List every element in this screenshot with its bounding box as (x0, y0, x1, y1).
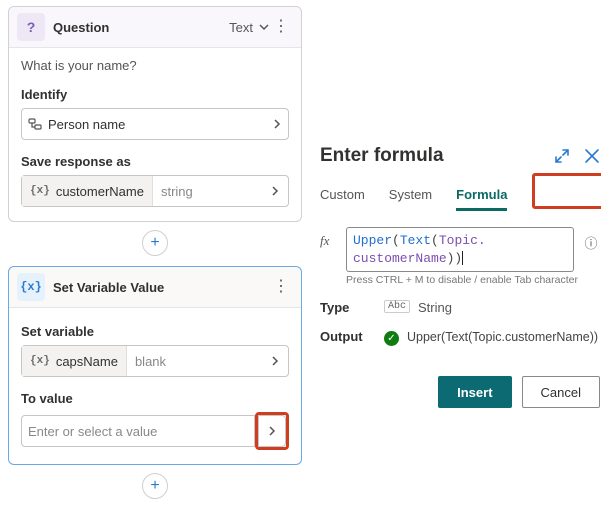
type-badge-icon: Abc (384, 300, 410, 313)
setvar-label: Set variable (21, 324, 289, 339)
setvar-node-header: {x} Set Variable Value ⋮ (9, 267, 301, 308)
chevron-right-icon (272, 119, 282, 129)
tovalue-label: To value (21, 391, 289, 406)
tab-custom[interactable]: Custom (320, 181, 365, 211)
question-node-body: What is your name? Identify Person name … (9, 48, 301, 221)
text-cursor (462, 251, 463, 265)
panel-tabs: Custom System Formula (320, 181, 600, 211)
tovalue-placeholder: Enter or select a value (28, 424, 248, 439)
identify-value: Person name (48, 117, 272, 132)
tovalue-picker-highlight (255, 412, 289, 450)
identify-label: Identify (21, 87, 289, 102)
panel-title: Enter formula (320, 145, 554, 167)
chevron-right-icon (262, 186, 288, 196)
info-icon[interactable]: ⓘ (582, 227, 600, 252)
question-prompt[interactable]: What is your name? (21, 58, 289, 73)
chevron-right-icon (262, 356, 288, 366)
variable-type: blank (127, 354, 262, 369)
variable-chip: {x} capsName (22, 346, 127, 376)
fx-label: fx (320, 227, 338, 249)
tab-formula-highlight (532, 173, 601, 209)
success-icon: ✓ (384, 331, 399, 346)
authoring-canvas: ? Question Text ⋮ What is your name? Ide… (0, 0, 310, 517)
tovalue-picker-button[interactable] (258, 415, 286, 447)
variable-icon: {x} (30, 355, 50, 367)
insert-button[interactable]: Insert (438, 376, 511, 408)
more-icon[interactable]: ⋮ (269, 279, 293, 295)
save-response-variable[interactable]: {x} customerName string (21, 175, 289, 207)
output-label: Output (320, 329, 384, 344)
type-label: Type (320, 300, 384, 315)
tab-formula[interactable]: Formula (456, 181, 507, 211)
setvar-node-body: Set variable {x} capsName blank To value… (9, 308, 301, 464)
question-node: ? Question Text ⋮ What is your name? Ide… (8, 6, 302, 222)
question-node-title: Question (53, 20, 229, 35)
variable-name: capsName (56, 354, 118, 369)
chevron-down-icon (259, 22, 269, 32)
cancel-button[interactable]: Cancel (522, 376, 600, 408)
variable-type: string (153, 184, 262, 199)
entity-icon (28, 117, 42, 131)
variable-node-icon: {x} (17, 273, 45, 301)
question-icon: ? (17, 13, 45, 41)
formula-panel: Enter formula Custom System Formula fx U… (320, 145, 600, 408)
set-variable-node: {x} Set Variable Value ⋮ Set variable {x… (8, 266, 302, 465)
setvar-variable[interactable]: {x} capsName blank (21, 345, 289, 377)
variable-icon: {x} (30, 185, 50, 197)
formula-editor[interactable]: Upper(Text(Topic. customerName)) (346, 227, 574, 272)
panel-header: Enter formula (320, 145, 600, 175)
variable-name: customerName (56, 184, 144, 199)
variable-chip: {x} customerName (22, 176, 153, 206)
close-icon[interactable] (584, 148, 600, 164)
add-node-button[interactable]: + (142, 473, 168, 499)
type-value: String (418, 300, 452, 315)
setvar-node-title: Set Variable Value (53, 280, 269, 295)
output-value: Upper(Text(Topic.customerName)) (407, 329, 598, 346)
more-icon[interactable]: ⋮ (269, 19, 293, 35)
editor-hint: Press CTRL + M to disable / enable Tab c… (346, 274, 600, 286)
tovalue-input[interactable]: Enter or select a value (21, 415, 255, 447)
expand-icon[interactable] (554, 148, 570, 164)
save-response-label: Save response as (21, 154, 289, 169)
add-node-button[interactable]: + (142, 230, 168, 256)
question-type-label: Text (229, 20, 253, 35)
question-type-selector[interactable]: Text (229, 20, 269, 35)
tab-system[interactable]: System (389, 181, 432, 211)
identify-field[interactable]: Person name (21, 108, 289, 140)
question-node-header: ? Question Text ⋮ (9, 7, 301, 48)
